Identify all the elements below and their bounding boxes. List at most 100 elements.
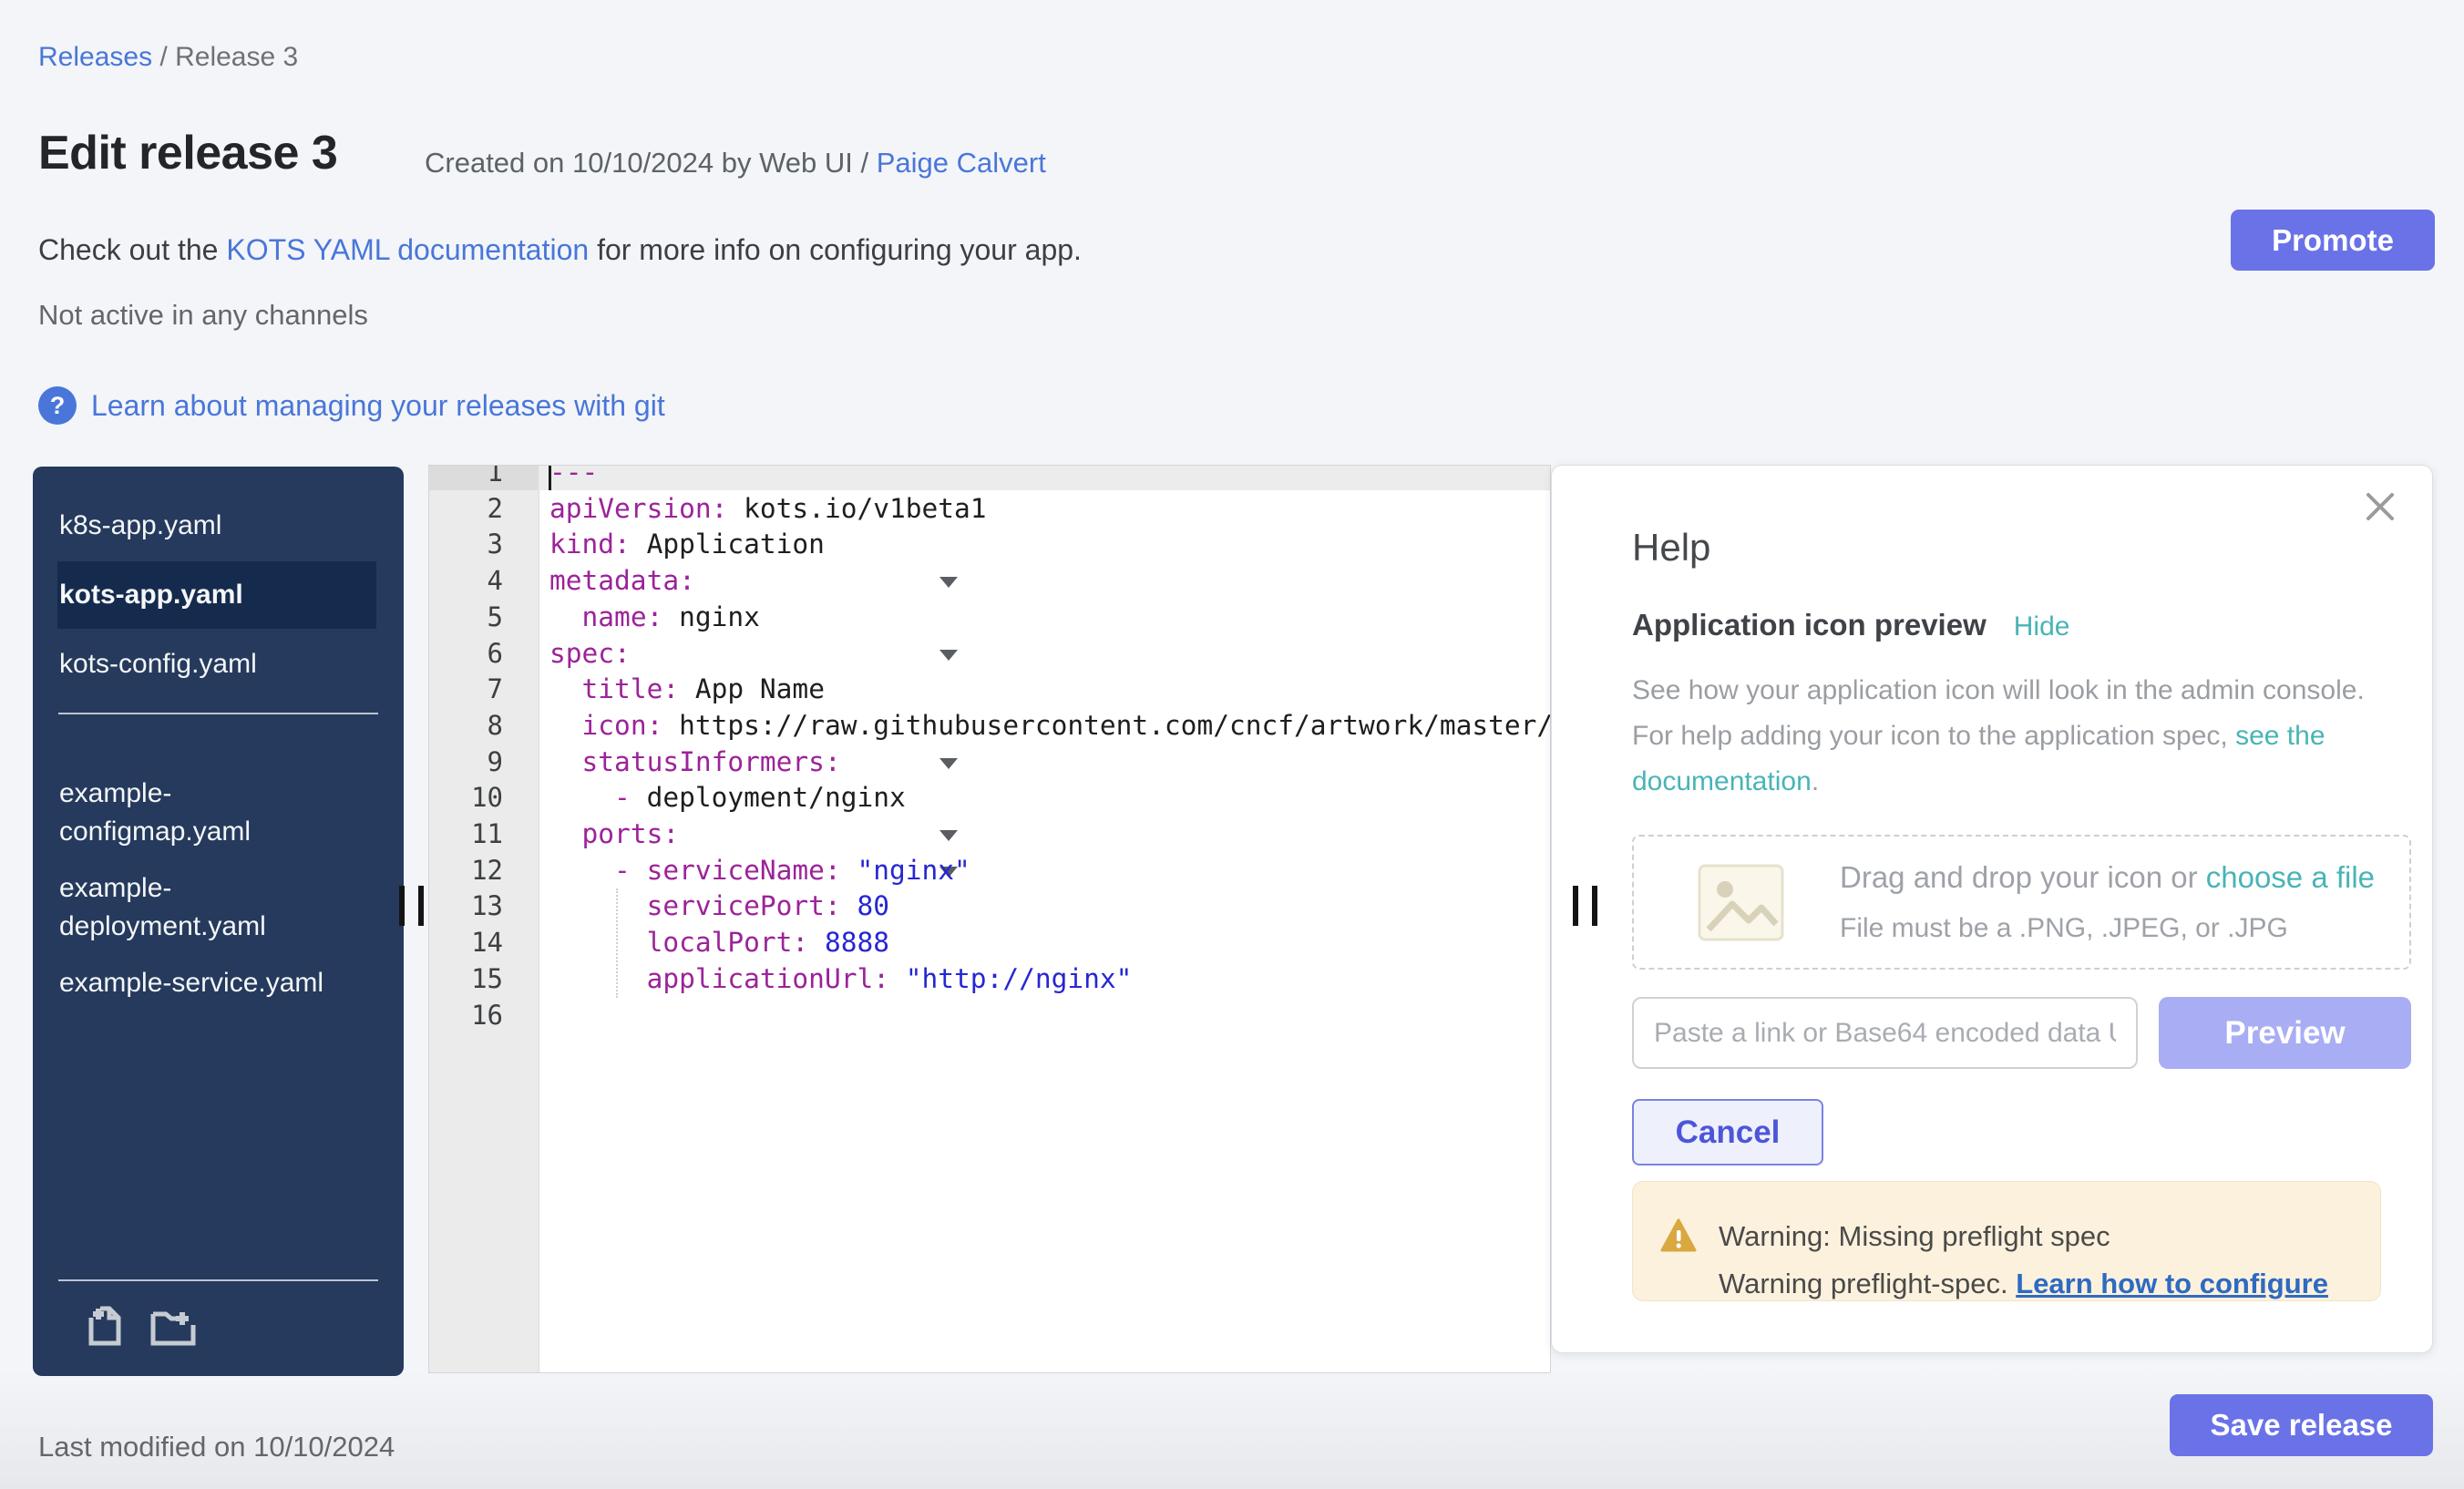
- choose-file-link[interactable]: choose a file: [2206, 860, 2375, 894]
- code-line-6[interactable]: 6 spec:: [429, 635, 1550, 672]
- code-editor[interactable]: 1 ---2apiVersion: kots.io/v1beta13 kind: A…: [428, 465, 1551, 1373]
- fold-arrow-icon[interactable]: [939, 830, 958, 841]
- help-panel-resize-handle[interactable]: [1573, 886, 1597, 926]
- line-number: 6: [429, 635, 503, 672]
- icon-dropzone[interactable]: Drag and drop your icon or choose a file…: [1632, 835, 2411, 970]
- code-text: metadata:: [549, 562, 695, 599]
- line-number: 13: [429, 888, 503, 924]
- line-number: 3: [429, 526, 503, 562]
- line-number: 5: [429, 599, 503, 635]
- help-panel: Help Application icon preview Hide See h…: [1551, 465, 2433, 1353]
- code-line-13[interactable]: 13 servicePort: 80: [429, 888, 1550, 924]
- help-panel-title: Help: [1632, 526, 1710, 570]
- warning-detail: Warning preflight-spec. Learn how to con…: [1719, 1268, 2328, 1300]
- file-tree-item-k8s-app.yaml[interactable]: k8s-app.yaml: [33, 498, 360, 554]
- code-text: spec:: [549, 635, 631, 672]
- code-line-5[interactable]: 5 name: nginx: [429, 599, 1550, 635]
- code-line-11[interactable]: 11 ports:: [429, 816, 1550, 852]
- code-line-4[interactable]: 4metadata:: [429, 562, 1550, 599]
- question-circle-icon: ?: [38, 386, 77, 425]
- preflight-warning-box: Warning: Missing preflight spec Warning …: [1632, 1181, 2381, 1301]
- breadcrumb-separator: /: [152, 42, 175, 72]
- preview-button[interactable]: Preview: [2159, 997, 2411, 1069]
- line-number: 10: [429, 779, 503, 816]
- icon-url-input[interactable]: [1632, 997, 2138, 1069]
- new-folder-icon[interactable]: [149, 1305, 197, 1347]
- release-editor-page: Releases / Release 3 Edit release 3 Crea…: [0, 0, 2464, 1489]
- code-line-14[interactable]: 14 localPort: 8888: [429, 924, 1550, 960]
- save-release-button[interactable]: Save release: [2170, 1394, 2433, 1456]
- file-tree-item-example-deployment.yaml[interactable]: example-deployment.yaml: [33, 860, 360, 955]
- page-title: Edit release 3: [38, 126, 337, 180]
- warning-icon: [1660, 1218, 1697, 1258]
- byline-author-link[interactable]: Paige Calvert: [877, 147, 1046, 179]
- breadcrumb-releases-link[interactable]: Releases: [38, 42, 152, 72]
- code-text: title: App Name: [549, 671, 825, 707]
- hide-link[interactable]: Hide: [2014, 611, 2070, 642]
- code-text: icon: https://raw.githubusercontent.com/…: [549, 707, 1551, 744]
- line-number: 2: [429, 490, 503, 527]
- code-text: - serviceName: "nginx": [549, 852, 970, 888]
- file-tree-item-example-service.yaml[interactable]: example-service.yaml: [33, 955, 360, 1011]
- indent-guide: [616, 888, 618, 998]
- line-number: 12: [429, 852, 503, 888]
- configure-preflight-link[interactable]: Learn how to configure: [2016, 1268, 2328, 1299]
- code-text: ports:: [549, 816, 679, 852]
- file-tree: k8s-app.yaml kots-app.yaml kots-config.yam…: [33, 467, 404, 1011]
- code-line-9[interactable]: 9 statusInformers:: [429, 744, 1550, 780]
- new-file-icon[interactable]: [84, 1305, 126, 1347]
- release-byline: Created on 10/10/2024 by Web UI / Paige …: [425, 147, 1046, 180]
- code-text: ---: [549, 465, 598, 490]
- file-tree-panel: k8s-app.yaml kots-app.yaml kots-config.yam…: [33, 467, 404, 1376]
- sidebar-resize-handle[interactable]: [399, 886, 424, 926]
- dropzone-hint: File must be a .PNG, .JPEG, or .JPG: [1840, 913, 2288, 944]
- close-icon[interactable]: [2363, 489, 2397, 524]
- code-text: applicationUrl: "http://nginx": [549, 960, 1132, 997]
- fold-arrow-icon[interactable]: [939, 758, 958, 769]
- code-line-12[interactable]: 12 - serviceName: "nginx": [429, 852, 1550, 888]
- code-line-1[interactable]: 1 ---: [429, 465, 1550, 490]
- code-text: statusInformers:: [549, 744, 841, 780]
- line-number: 1: [429, 465, 503, 490]
- code-line-7[interactable]: 7 title: App Name: [429, 671, 1550, 707]
- code-line-10[interactable]: 10 - deployment/nginx: [429, 779, 1550, 816]
- warning-text: Warning preflight-spec.: [1719, 1268, 2016, 1299]
- line-number: 8: [429, 707, 503, 744]
- info-suffix: for more info on configuring your app.: [589, 233, 1082, 266]
- code-line-15[interactable]: 15 applicationUrl: "http://nginx": [429, 960, 1550, 997]
- file-tree-divider: [58, 713, 378, 714]
- byline-text: Created on 10/10/2024 by Web UI /: [425, 147, 877, 179]
- code-line-2[interactable]: 2apiVersion: kots.io/v1beta1: [429, 490, 1550, 527]
- fold-arrow-icon[interactable]: [939, 650, 958, 661]
- git-help-row: ? Learn about managing your releases wit…: [38, 386, 665, 425]
- kots-yaml-docs-link[interactable]: KOTS YAML documentation: [226, 233, 589, 266]
- channel-status-text: Not active in any channels: [38, 299, 368, 332]
- icon-preview-description: See how your application icon will look …: [1632, 668, 2405, 805]
- icon-preview-section-header: Application icon preview Hide: [1632, 608, 2069, 642]
- line-number: 15: [429, 960, 503, 997]
- docs-info-line: Check out the KOTS YAML documentation fo…: [38, 233, 1082, 267]
- fold-arrow-icon[interactable]: [939, 577, 958, 588]
- dropzone-text: Drag and drop your icon or: [1840, 860, 2206, 894]
- code-line-16[interactable]: 16: [429, 997, 1550, 1033]
- file-tree-item-kots-config.yaml[interactable]: kots-config.yaml: [33, 636, 360, 693]
- text-cursor: [549, 465, 551, 490]
- git-releases-help-link[interactable]: Learn about managing your releases with …: [91, 389, 665, 423]
- code-line-8[interactable]: 8 icon: https://raw.githubusercontent.co…: [429, 707, 1550, 744]
- promote-button[interactable]: Promote: [2231, 210, 2435, 271]
- icon-preview-section-title: Application icon preview: [1632, 608, 1987, 642]
- last-modified-text: Last modified on 10/10/2024: [38, 1431, 395, 1463]
- file-tree-item-example-configmap.yaml[interactable]: example-configmap.yaml: [33, 765, 360, 860]
- info-prefix: Check out the: [38, 233, 226, 266]
- file-tree-actions: [84, 1305, 197, 1347]
- code-text: servicePort: 80: [549, 888, 889, 924]
- code-text: - deployment/nginx: [549, 779, 906, 816]
- line-number: 16: [429, 997, 503, 1033]
- code-line-3[interactable]: 3 kind: Application: [429, 526, 1550, 562]
- line-number: 11: [429, 816, 503, 852]
- cancel-button[interactable]: Cancel: [1632, 1099, 1823, 1166]
- file-tree-item-kots-app.yaml[interactable]: kots-app.yaml: [57, 561, 376, 629]
- dropzone-instruction: Drag and drop your icon or choose a file: [1840, 860, 2375, 895]
- code-text: kind: Application: [549, 526, 825, 562]
- breadcrumb: Releases / Release 3: [38, 42, 298, 73]
